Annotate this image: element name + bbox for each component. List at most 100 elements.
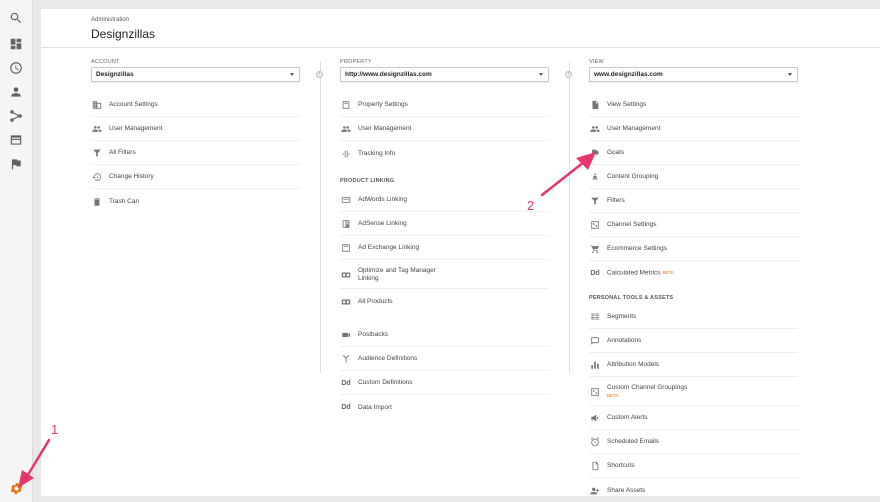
tracking-info-link[interactable]: Tracking Info [340, 142, 549, 165]
custom-definitions-link[interactable]: Dd Custom Definitions [340, 372, 549, 395]
optimize-tag-manager-linking-link[interactable]: Optimize and Tag Manager Linking [340, 261, 549, 289]
left-nav-sidebar [0, 0, 33, 502]
audience-icon [340, 353, 352, 365]
custom-channel-groupings-link[interactable]: Custom Channel Groupings BETA [589, 378, 798, 406]
admin-panel: Administration Designzillas ‹ ‹ ACCOUNT … [41, 9, 880, 496]
beta-badge: BETA [607, 392, 619, 398]
collapse-knob[interactable]: ‹ [565, 71, 572, 78]
change-history-link[interactable]: Change History [91, 166, 300, 189]
view-filters-link[interactable]: Filters [589, 190, 798, 213]
beta-badge: BETA [662, 270, 674, 276]
breadcrumb: Administration [91, 17, 130, 23]
channel-icon [589, 386, 601, 398]
property-select[interactable]: http://www.designzillas.com [340, 67, 549, 82]
segments-link[interactable]: Segments [589, 306, 798, 329]
view-label: VIEW [589, 59, 604, 65]
cart-icon [589, 243, 601, 255]
account-column: ACCOUNT Designzillas Account Settings Us… [91, 59, 300, 206]
calculated-metrics-link[interactable]: Dd Calculated Metrics BETA [589, 262, 798, 285]
annotation-number-2: 2 [527, 198, 535, 213]
property-label: PROPERTY [340, 59, 372, 65]
view-user-management-link[interactable]: User Management [589, 118, 798, 141]
view-column: VIEW www.designzillas.com View Settings … [589, 59, 798, 494]
view-settings-link[interactable]: View Settings [589, 94, 798, 117]
megaphone-icon [589, 412, 601, 424]
data-import-link[interactable]: Dd Data Import [340, 396, 549, 419]
audience-definitions-link[interactable]: Audience Definitions [340, 348, 549, 371]
column-divider [320, 61, 321, 373]
search-icon[interactable] [8, 10, 24, 26]
chevron-down-icon [539, 73, 543, 76]
flag-icon[interactable] [8, 156, 24, 172]
channel-settings-link[interactable]: Channel Settings [589, 214, 798, 237]
alarm-clock-icon [589, 436, 601, 448]
custom-channel-groupings-label: Custom Channel Groupings [607, 383, 688, 391]
product-linking-heading: PRODUCT LINKING [340, 178, 395, 184]
all-products-icon [340, 296, 352, 308]
property-select-value: http://www.designzillas.com [345, 71, 432, 78]
annotation-number-1: 1 [51, 422, 59, 437]
chevron-down-icon [290, 73, 294, 76]
filter-icon [91, 147, 103, 159]
dd-icon: Dd [590, 270, 600, 277]
trash-icon [91, 196, 103, 208]
comment-icon [589, 335, 601, 347]
person-icon[interactable] [8, 84, 24, 100]
ad-exchange-icon [340, 242, 352, 254]
property-user-management-link[interactable]: User Management [340, 118, 549, 141]
person-add-icon [589, 485, 601, 497]
all-filters-link[interactable]: All Filters [91, 142, 300, 165]
users-icon [340, 123, 352, 135]
all-products-link[interactable]: All Products [340, 290, 549, 313]
trash-can-link[interactable]: Trash Can [91, 190, 300, 213]
view-select-value: www.designzillas.com [594, 71, 663, 78]
account-settings-link[interactable]: Account Settings [91, 94, 300, 117]
shortcuts-link[interactable]: Shortcuts [589, 455, 798, 478]
goals-link[interactable]: Goals [589, 142, 798, 165]
property-column: PROPERTY http://www.designzillas.com Pro… [340, 59, 549, 411]
annotation-arrow-1 [18, 438, 51, 488]
custom-alerts-link[interactable]: Custom Alerts [589, 407, 798, 430]
account-select[interactable]: Designzillas [91, 67, 300, 82]
share-assets-link[interactable]: Share Assets [589, 479, 798, 502]
personal-tools-heading: PERSONAL TOOLS & ASSETS [589, 295, 674, 301]
account-label: ACCOUNT [91, 59, 120, 65]
dd-icon: Dd [341, 404, 351, 411]
account-user-management-link[interactable]: User Management [91, 118, 300, 141]
building-icon [91, 99, 103, 111]
property-settings-icon [340, 99, 352, 111]
ad-exchange-linking-link[interactable]: Ad Exchange Linking [340, 237, 549, 260]
adwords-icon [340, 194, 352, 206]
column-divider [569, 61, 570, 373]
dd-icon: Dd [341, 379, 351, 387]
chevron-down-icon [788, 73, 792, 76]
history-icon [91, 171, 103, 183]
shortcut-icon [589, 460, 601, 472]
postbacks-link[interactable]: Postbacks [340, 324, 549, 347]
bar-chart-icon [589, 359, 601, 371]
adsense-linking-link[interactable]: AdSense Linking [340, 213, 549, 236]
tracking-code-icon [340, 148, 352, 160]
header-divider [41, 47, 880, 48]
view-select[interactable]: www.designzillas.com [589, 67, 798, 82]
calculated-metrics-label: Calculated Metrics [607, 269, 661, 277]
acquisition-icon[interactable] [8, 108, 24, 124]
content-grouping-link[interactable]: Content Grouping [589, 166, 798, 189]
scheduled-emails-link[interactable]: Scheduled Emails [589, 431, 798, 454]
optimize-icon [340, 269, 352, 281]
channel-icon [589, 219, 601, 231]
adwords-linking-link[interactable]: AdWords Linking [340, 189, 549, 212]
ecommerce-settings-link[interactable]: Ecommerce Settings [589, 238, 798, 261]
dashboard-icon[interactable] [8, 36, 24, 52]
users-icon [91, 123, 103, 135]
account-select-value: Designzillas [96, 71, 134, 78]
collapse-knob[interactable]: ‹ [316, 71, 323, 78]
clock-icon[interactable] [8, 60, 24, 76]
behavior-icon[interactable] [8, 132, 24, 148]
attribution-models-link[interactable]: Attribution Models [589, 354, 798, 377]
page-title: Designzillas [91, 27, 156, 41]
annotations-link[interactable]: Annotations [589, 330, 798, 353]
segments-icon [589, 311, 601, 323]
postbacks-icon [340, 329, 352, 341]
property-settings-link[interactable]: Property Settings [340, 94, 549, 117]
